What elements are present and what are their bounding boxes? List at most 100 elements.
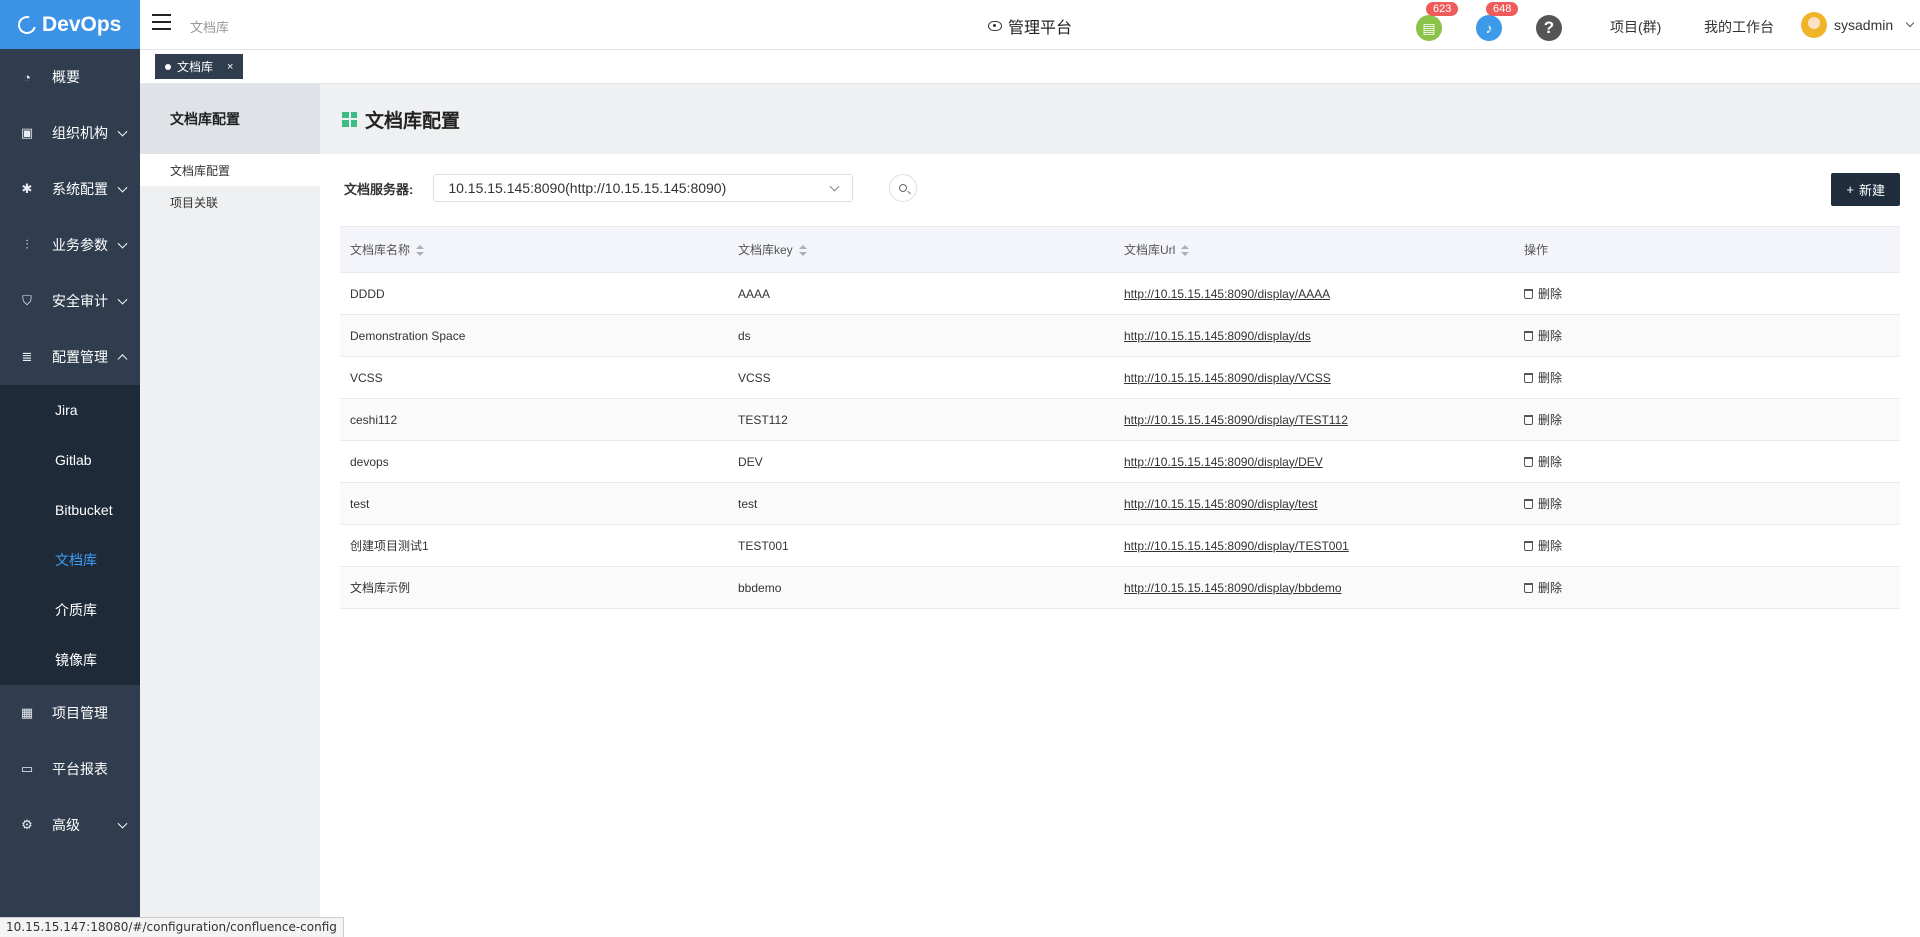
doclib-table: 文档库名称 文档库key 文档库Url 操作 DDDD AAAA http://10… (340, 226, 1900, 609)
sort-icon[interactable] (416, 245, 425, 257)
server-select-value: 10.15.15.145:8090(http://10.15.15.145:80… (448, 180, 727, 196)
sidebar-item-business-params[interactable]: ⫶ 业务参数 (0, 217, 140, 273)
server-select[interactable]: 10.15.15.145:8090(http://10.15.15.145:80… (433, 174, 854, 202)
column-header-name[interactable]: 文档库名称 (340, 241, 728, 258)
cell-actions: 删除 (1514, 579, 1562, 596)
sidebar-item-overview[interactable]: ◔ 概要 (0, 49, 140, 105)
plus-icon: + (1846, 182, 1854, 197)
delete-button[interactable]: 删除 (1524, 411, 1562, 428)
delete-button[interactable]: 删除 (1524, 537, 1562, 554)
cell-actions: 删除 (1514, 453, 1562, 470)
delete-button[interactable]: 删除 (1524, 369, 1562, 386)
cell-key: AAAA (738, 286, 771, 301)
cell-url: http://10.15.15.145:8090/display/DEV (1114, 455, 1514, 469)
delete-button[interactable]: 删除 (1524, 453, 1562, 470)
trash-icon (1524, 372, 1533, 383)
submenu-item-doclib[interactable]: 文档库 (0, 535, 140, 585)
cell-name: ceshi112 (350, 412, 398, 427)
tab-doclib[interactable]: 文档库 × (155, 54, 244, 79)
new-button[interactable]: + 新建 (1831, 173, 1900, 206)
doclib-url-link[interactable]: http://10.15.15.145:8090/display/TEST112 (1124, 413, 1348, 427)
grid-icon: ▦ (20, 705, 34, 720)
sidebar-item-label: 组织机构 (52, 125, 108, 141)
trash-icon (1524, 498, 1533, 509)
new-button-label: 新建 (1858, 183, 1885, 198)
logo[interactable]: DevOps (0, 0, 140, 49)
avatar[interactable] (1801, 12, 1827, 38)
sidebar-item-platform-reports[interactable]: ▭ 平台报表 (0, 741, 140, 797)
sidebar-item-system-config[interactable]: ✱ 系统配置 (0, 161, 140, 217)
cell-name: test (350, 496, 370, 511)
column-header-key[interactable]: 文档库key (728, 241, 1114, 258)
trash-icon (1524, 540, 1533, 551)
chevron-down-icon[interactable] (1905, 18, 1915, 28)
table-body: DDDD AAAA http://10.15.15.145:8090/display… (340, 273, 1900, 609)
submenu-item-jira[interactable]: Jira (0, 385, 140, 435)
help-button[interactable]: ? (1536, 15, 1562, 41)
notifications-button[interactable]: ♪ 648 (1476, 2, 1519, 41)
config-submenu: Jira Gitlab Bitbucket 文档库 介质库 镜像库 (0, 385, 140, 685)
sidebar-item-label: 业务参数 (52, 237, 108, 253)
username[interactable]: sysadmin (1834, 17, 1893, 33)
search-button[interactable] (889, 174, 918, 202)
sort-icon[interactable] (1181, 245, 1190, 257)
column-header-url[interactable]: 文档库Url (1114, 241, 1514, 258)
dashboard-icon: ◔ (23, 69, 31, 85)
sidebar-item-label: 安全审计 (52, 293, 108, 309)
secondary-sidebar: 文档库配置 文档库配置 项目关联 (140, 84, 320, 937)
delete-label: 删除 (1538, 539, 1563, 553)
delete-button[interactable]: 删除 (1524, 579, 1562, 596)
close-icon[interactable]: × (227, 61, 233, 73)
doclib-url-link[interactable]: http://10.15.15.145:8090/display/test (1124, 497, 1317, 511)
cell-url: http://10.15.15.145:8090/display/VCSS (1114, 371, 1514, 385)
menu-icon[interactable] (152, 14, 171, 30)
cell-actions: 删除 (1514, 411, 1562, 428)
workbench-link[interactable]: 我的工作台 (1704, 17, 1774, 37)
delete-button[interactable]: 删除 (1524, 285, 1562, 302)
project-group-link[interactable]: 项目(群) (1610, 17, 1661, 37)
submenu-item-bitbucket[interactable]: Bitbucket (0, 485, 140, 535)
table-row: devops DEV http://10.15.15.145:8090/displa… (340, 441, 1900, 483)
cell-actions: 删除 (1514, 537, 1562, 554)
submenu-item-gitlab[interactable]: Gitlab (0, 435, 140, 485)
delete-button[interactable]: 删除 (1524, 327, 1562, 344)
gear-icon: ✱ (21, 181, 33, 196)
sidebar-item-security-audit[interactable]: ⛉ 安全审计 (0, 273, 140, 329)
platform-switcher[interactable]: 管理平台 (988, 14, 1072, 38)
cell-name: Demonstration Space (350, 328, 466, 343)
doclib-url-link[interactable]: http://10.15.15.145:8090/display/bbdemo (1124, 581, 1342, 595)
platform-label: 管理平台 (1008, 20, 1073, 37)
delete-label: 删除 (1538, 287, 1563, 301)
cell-key: DEV (738, 454, 763, 469)
secondary-item-doclib-config[interactable]: 文档库配置 (140, 154, 320, 186)
doclib-url-link[interactable]: http://10.15.15.145:8090/display/VCSS (1124, 371, 1331, 385)
doclib-url-link[interactable]: http://10.15.15.145:8090/display/AAAA (1124, 287, 1330, 301)
doclib-url-link[interactable]: http://10.15.15.145:8090/display/TEST001 (1124, 539, 1349, 553)
secondary-item-project-link[interactable]: 项目关联 (140, 186, 320, 218)
table-row: 创建项目测试1 TEST001 http://10.15.15.145:8090/d… (340, 525, 1900, 567)
table-row: 文档库示例 bbdemo http://10.15.15.145:8090/disp… (340, 567, 1900, 609)
cell-key: TEST001 (738, 538, 789, 553)
sidebar-item-project-management[interactable]: ▦ 项目管理 (0, 685, 140, 741)
chevron-down-icon (117, 182, 128, 193)
sort-icon[interactable] (798, 245, 807, 257)
sliders-icon: ⫶ (25, 237, 29, 252)
sidebar-item-organization[interactable]: ▣ 组织机构 (0, 105, 140, 161)
server-label: 文档服务器: (344, 181, 414, 197)
cell-url: http://10.15.15.145:8090/display/AAAA (1114, 287, 1514, 301)
submenu-item-image[interactable]: 镜像库 (0, 635, 140, 685)
logo-text: DevOps (42, 12, 122, 36)
submenu-item-media[interactable]: 介质库 (0, 585, 140, 635)
doclib-url-link[interactable]: http://10.15.15.145:8090/display/DEV (1124, 455, 1323, 469)
doclib-url-link[interactable]: http://10.15.15.145:8090/display/ds (1124, 329, 1311, 343)
column-header-label: 文档库Url (1124, 243, 1176, 257)
cell-name: DDDD (350, 286, 385, 301)
cell-name: VCSS (350, 370, 383, 385)
sidebar-item-config-management[interactable]: ≣ 配置管理 (0, 329, 140, 385)
document-notifications-button[interactable]: ▤ 623 (1416, 2, 1459, 41)
shield-icon: ⛉ (22, 293, 32, 308)
sidebar-item-advanced[interactable]: ⚙ 高级 (0, 797, 140, 853)
delete-button[interactable]: 删除 (1524, 495, 1562, 512)
cell-name: 文档库示例 (350, 581, 411, 595)
sidebar-item-label: 平台报表 (52, 761, 108, 777)
